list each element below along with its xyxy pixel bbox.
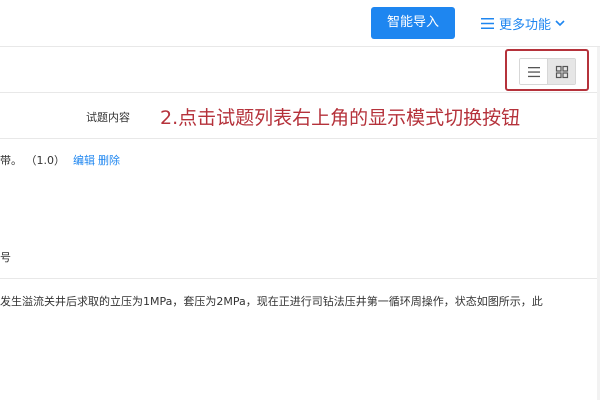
menu-lines-icon bbox=[481, 17, 494, 29]
column-label-content: 试题内容 bbox=[86, 111, 130, 124]
table-row: 发生溢流关井后求取的立压为1MPa，套压为2MPa，现在正进行司钻法压井第一循环… bbox=[0, 279, 600, 400]
top-toolbar: 智能导入 更多功能 bbox=[0, 0, 600, 47]
question-text: 发生溢流关井后求取的立压为1MPa，套压为2MPa，现在正进行司钻法压井第一循环… bbox=[0, 295, 543, 308]
question-score: （1.0） bbox=[31, 154, 65, 167]
edit-link[interactable]: 编辑 bbox=[73, 154, 95, 167]
annotation-highlight-box bbox=[505, 49, 589, 91]
page: 智能导入 更多功能 试题内容 2.点击试题列表右上角的显示模式切换按钮 带。 （… bbox=[0, 0, 600, 400]
more-functions-label: 更多功能 bbox=[499, 17, 552, 33]
question-option-snippet: 号 bbox=[0, 251, 11, 264]
table-row: 带。 （1.0） 编辑 删除 号 bbox=[0, 139, 600, 279]
question-snippet: 带。 bbox=[0, 154, 22, 167]
smart-import-button[interactable]: 智能导入 bbox=[371, 7, 455, 39]
more-functions-dropdown[interactable]: 更多功能 bbox=[481, 7, 565, 39]
question-text: 带。 （1.0） 编辑 删除 bbox=[0, 152, 120, 168]
chevron-down-icon bbox=[555, 19, 565, 26]
delete-link[interactable]: 删除 bbox=[98, 154, 120, 167]
annotation-instruction: 2.点击试题列表右上角的显示模式切换按钮 bbox=[160, 107, 521, 129]
